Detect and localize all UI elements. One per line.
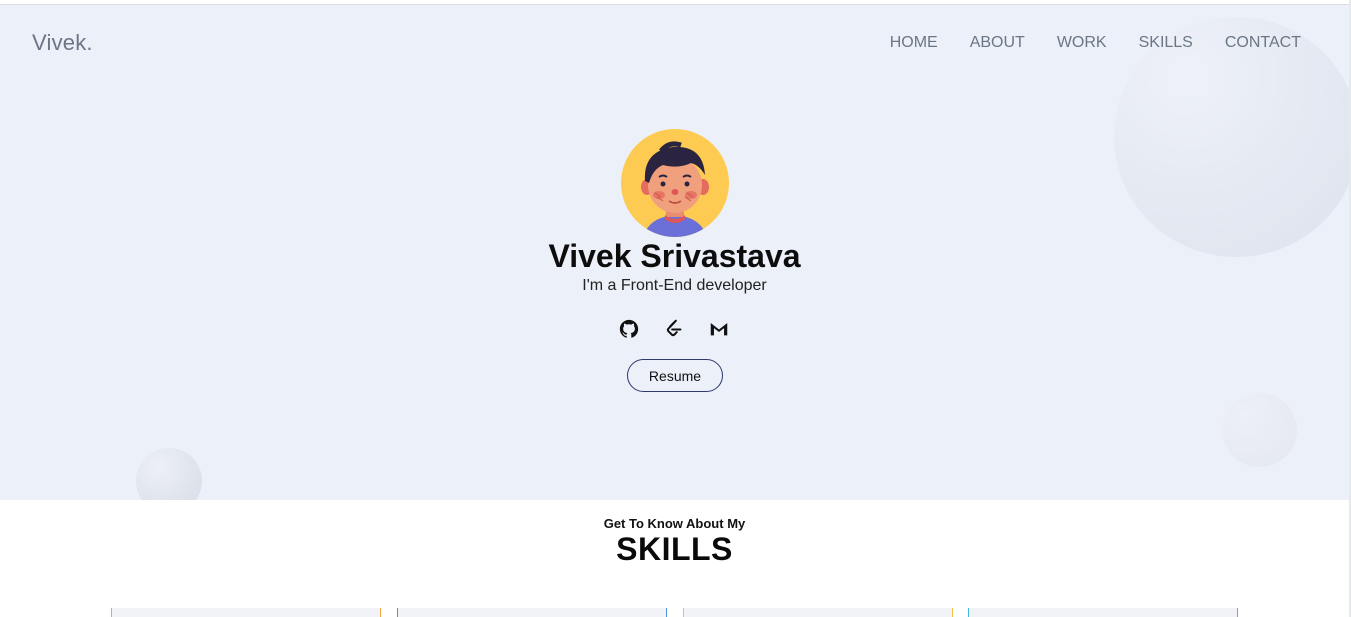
- skills-heading: SKILLS: [616, 531, 733, 567]
- skill-card: [968, 608, 1238, 617]
- nav-item-work[interactable]: WORK: [1057, 34, 1107, 52]
- skills-subtitle: Get To Know About My: [603, 516, 746, 531]
- social-links: [618, 318, 732, 340]
- site-logo[interactable]: Vivek.: [32, 30, 93, 56]
- profile-avatar: [621, 129, 729, 237]
- decorative-bubble-large: [1114, 17, 1349, 257]
- profile-name: Vivek Srivastava: [548, 238, 801, 274]
- leetcode-icon: [666, 319, 682, 337]
- nav-item-skills[interactable]: SKILLS: [1139, 34, 1193, 52]
- gmail-link[interactable]: [708, 318, 730, 340]
- hero-section: Vivek. HOME ABOUT WORK SKILLS CONTACT Vi…: [0, 5, 1349, 500]
- leetcode-link[interactable]: [663, 318, 685, 340]
- avatar-illustration-icon: [641, 141, 709, 237]
- nav-item-contact[interactable]: CONTACT: [1225, 34, 1301, 52]
- skill-card: [683, 608, 953, 617]
- nav-item-about[interactable]: ABOUT: [970, 34, 1025, 52]
- main-nav: HOME ABOUT WORK SKILLS CONTACT: [890, 34, 1301, 52]
- skill-card: [111, 608, 381, 617]
- github-link[interactable]: [618, 318, 640, 340]
- resume-button[interactable]: Resume: [627, 359, 723, 392]
- gmail-icon: [710, 323, 728, 336]
- skill-card: [397, 608, 667, 617]
- decorative-bubble-small-left: [136, 448, 202, 500]
- nav-item-home[interactable]: HOME: [890, 34, 938, 52]
- decorative-bubble-small-right: [1222, 393, 1297, 467]
- profile-tagline: I'm a Front-End developer: [582, 277, 767, 294]
- github-icon: [619, 319, 639, 338]
- skills-section: Get To Know About My SKILLS: [0, 500, 1349, 617]
